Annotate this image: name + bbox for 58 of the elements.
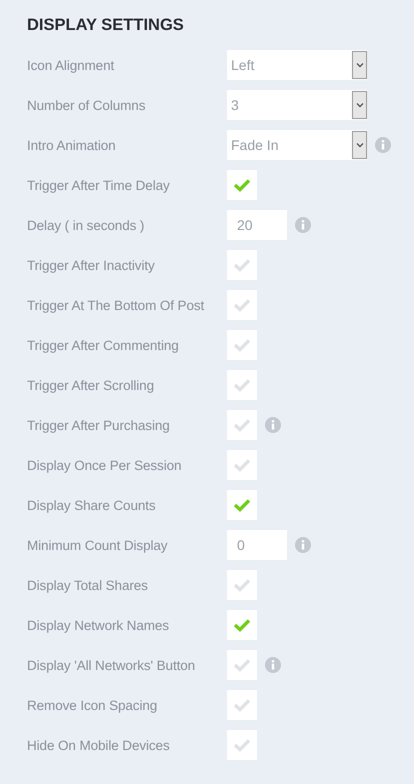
checkbox[interactable]	[227, 610, 257, 640]
checkmark-icon	[233, 658, 251, 672]
checkbox[interactable]	[227, 330, 257, 360]
checkbox[interactable]	[227, 250, 257, 280]
checkbox[interactable]	[227, 490, 257, 520]
checkbox[interactable]	[227, 290, 257, 320]
checkmark-icon	[233, 378, 251, 392]
setting-label: Trigger After Commenting	[27, 338, 180, 352]
checkmark-icon	[233, 258, 251, 272]
caret-icon	[352, 51, 367, 79]
checkmark-icon	[233, 338, 251, 352]
info-icon[interactable]	[265, 657, 281, 673]
setting-label: Trigger At The Bottom Of Post	[27, 298, 206, 312]
info-icon[interactable]	[265, 417, 281, 433]
info-icon[interactable]	[375, 137, 391, 153]
setting-label: Trigger After Time Delay	[27, 178, 171, 192]
checkbox[interactable]	[227, 410, 257, 440]
checkmark-icon	[233, 618, 251, 632]
setting-label: Remove Icon Spacing	[27, 698, 158, 712]
checkmark-icon	[233, 578, 251, 592]
checkbox[interactable]	[227, 650, 257, 680]
setting-label: Delay ( in seconds )	[27, 218, 146, 232]
checkmark-icon	[233, 738, 251, 752]
dropdown[interactable]: Fade In	[227, 130, 367, 160]
setting-label: Trigger After Scrolling	[27, 378, 155, 392]
setting-label: Display 'All Networks' Button	[27, 658, 196, 672]
caret-icon	[352, 91, 367, 119]
checkmark-icon	[233, 178, 251, 192]
checkmark-icon	[233, 498, 251, 512]
checkbox[interactable]	[227, 690, 257, 720]
setting-label: Number of Columns	[27, 98, 146, 112]
setting-label: Display Total Shares	[27, 578, 149, 592]
caret-icon	[352, 131, 367, 159]
dropdown[interactable]: 3	[227, 90, 367, 120]
checkbox[interactable]	[227, 450, 257, 480]
setting-label: Display Once Per Session	[27, 458, 182, 472]
setting-label: Minimum Count Display	[27, 538, 168, 552]
checkbox[interactable]	[227, 570, 257, 600]
info-icon[interactable]	[295, 217, 311, 233]
checkmark-icon	[233, 418, 251, 432]
info-icon[interactable]	[295, 537, 311, 553]
setting-label: Trigger After Inactivity	[27, 258, 156, 272]
section-title: DISPLAY SETTINGS	[27, 15, 185, 36]
checkbox[interactable]	[227, 730, 257, 760]
setting-label: Trigger After Purchasing	[27, 418, 171, 432]
checkmark-icon	[233, 698, 251, 712]
setting-label: Display Network Names	[27, 618, 170, 632]
setting-label: Intro Animation	[27, 138, 117, 152]
input-field[interactable]: 0	[227, 530, 287, 560]
setting-label: Display Share Counts	[27, 498, 157, 512]
setting-label: Hide On Mobile Devices	[27, 738, 171, 752]
checkmark-icon	[233, 458, 251, 472]
dropdown[interactable]: Left	[227, 50, 367, 80]
checkmark-icon	[233, 298, 251, 312]
checkbox[interactable]	[227, 370, 257, 400]
input-field[interactable]: 20	[227, 210, 287, 240]
setting-label: Icon Alignment	[27, 58, 116, 72]
checkbox[interactable]	[227, 170, 257, 200]
